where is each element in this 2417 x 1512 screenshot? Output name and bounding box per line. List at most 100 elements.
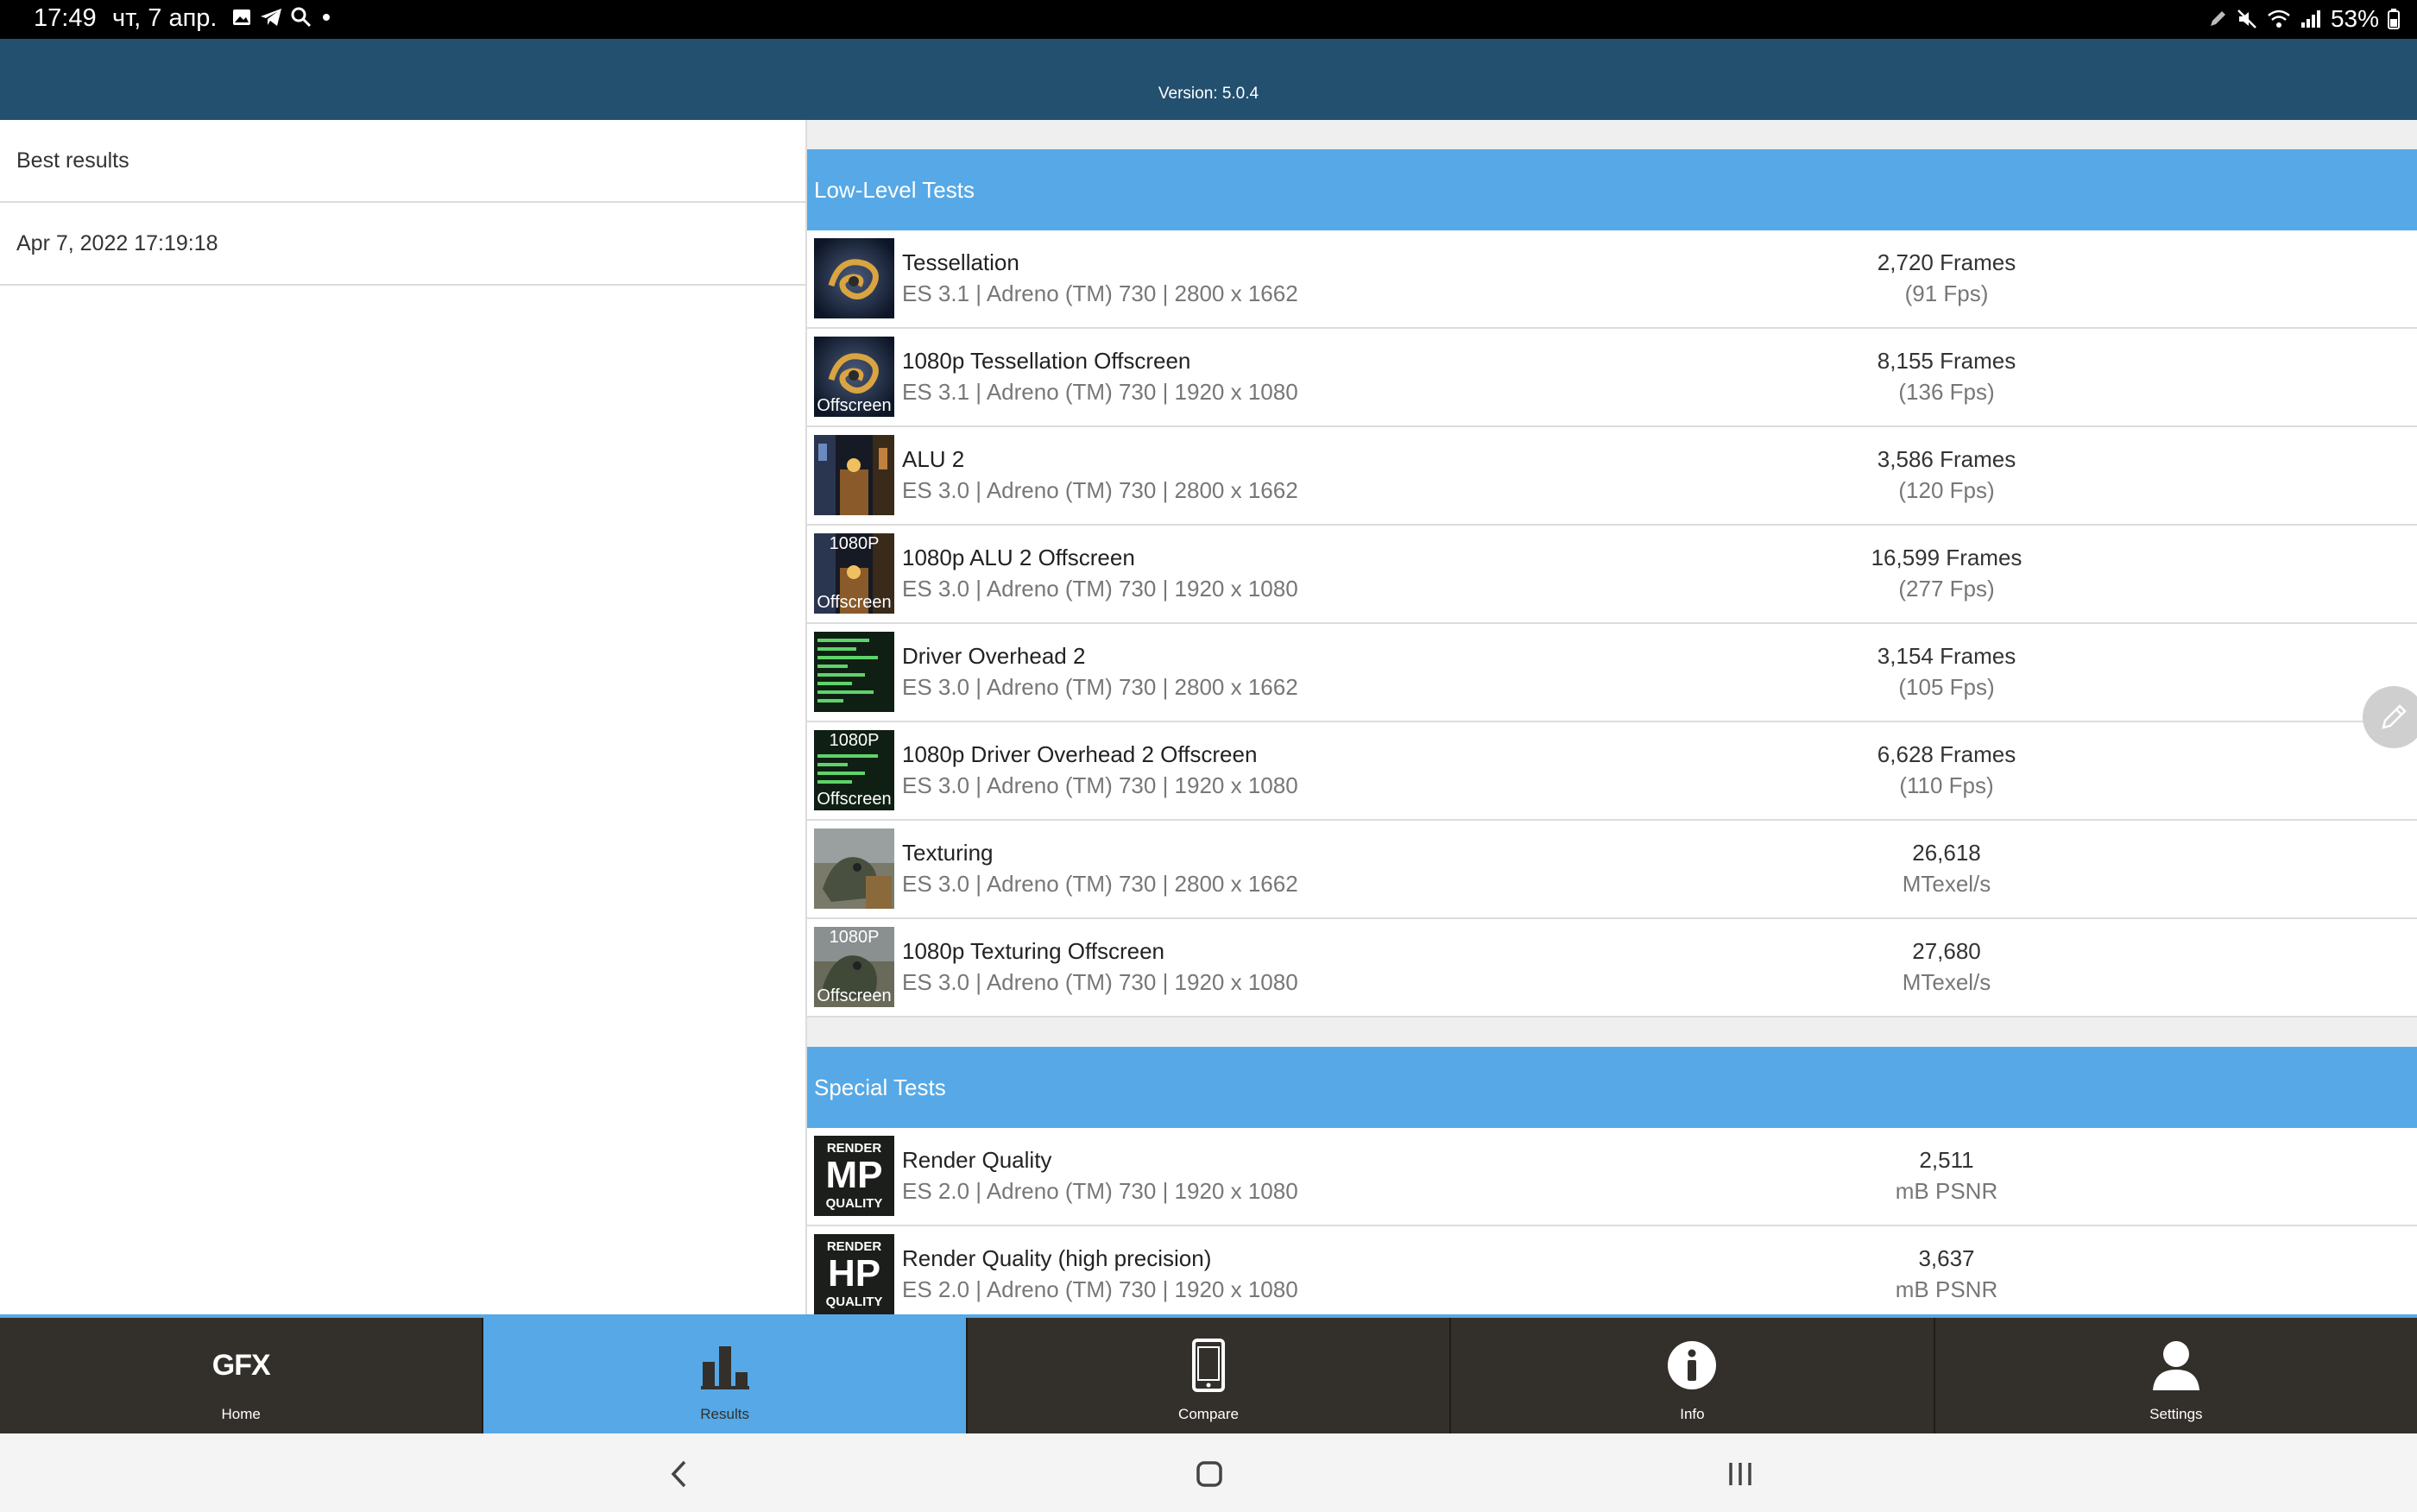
- gallery-icon: [233, 9, 250, 25]
- test-unit: (277 Fps): [1898, 576, 1995, 602]
- tab-label: Results: [700, 1406, 749, 1422]
- status-date: чт, 7 апр.: [112, 4, 218, 32]
- tab-info[interactable]: Info: [1451, 1318, 1935, 1433]
- battery-percent: 53%: [2330, 5, 2379, 32]
- tessellation-thumbnail: [814, 238, 894, 318]
- test-row[interactable]: Tessellation ES 3.1 | Adreno (TM) 730 | …: [807, 230, 2417, 329]
- back-icon: [671, 1460, 686, 1488]
- test-unit: (110 Fps): [1899, 772, 1994, 798]
- test-row[interactable]: RENDER MP QUALITY Render Quality ES 2.0 …: [807, 1128, 2417, 1226]
- test-unit: (136 Fps): [1898, 379, 1995, 405]
- test-spec: ES 3.1 | Adreno (TM) 730 | 1920 x 1080: [902, 379, 1298, 405]
- test-row[interactable]: Texturing ES 3.0 | Adreno (TM) 730 | 280…: [807, 821, 2417, 919]
- test-spec: ES 3.0 | Adreno (TM) 730 | 1920 x 1080: [902, 969, 1298, 995]
- info-icon: [1668, 1341, 1717, 1389]
- driver-overhead-offscreen-thumbnail: 1080P Offscreen: [814, 730, 894, 810]
- test-row[interactable]: RENDER HP QUALITY Render Quality (high p…: [807, 1226, 2417, 1314]
- app-header: Version: 5.0.4: [0, 39, 2417, 120]
- test-spec: ES 3.0 | Adreno (TM) 730 | 2800 x 1662: [902, 674, 1298, 700]
- best-results-item[interactable]: Best results: [0, 120, 805, 203]
- results-list: Best results Apr 7, 2022 17:19:18: [0, 120, 807, 1314]
- list-item-label: Apr 7, 2022 17:19:18: [16, 230, 218, 255]
- status-time: 17:49: [34, 4, 97, 32]
- offscreen-badge: Offscreen: [817, 986, 892, 1005]
- offscreen-badge: Offscreen: [817, 593, 892, 612]
- test-row[interactable]: ALU 2 ES 3.0 | Adreno (TM) 730 | 2800 x …: [807, 427, 2417, 526]
- test-score: 27,680: [1912, 938, 1981, 964]
- test-unit: (105 Fps): [1898, 674, 1995, 700]
- recents-button[interactable]: [1714, 1452, 1766, 1496]
- test-spec: ES 3.0 | Adreno (TM) 730 | 1920 x 1080: [902, 772, 1298, 798]
- recents-icon: [1729, 1463, 1751, 1485]
- test-unit: mB PSNR: [1895, 1276, 1998, 1302]
- test-name: Driver Overhead 2: [902, 643, 1086, 669]
- section-header-low-level: Low-Level Tests: [807, 149, 2417, 230]
- test-spec: ES 2.0 | Adreno (TM) 730 | 1920 x 1080: [902, 1276, 1298, 1302]
- telegram-icon: [261, 9, 281, 26]
- test-unit: (120 Fps): [1898, 477, 1995, 503]
- test-unit: mB PSNR: [1895, 1178, 1998, 1204]
- test-row[interactable]: 1080P Offscreen 1080p ALU 2 Offscreen ES…: [807, 526, 2417, 624]
- result-date-item[interactable]: Apr 7, 2022 17:19:18: [0, 203, 805, 286]
- results-detail: Low-Level Tests Tessellation ES 3.1 | Ad…: [807, 120, 2417, 1314]
- tab-label: Compare: [1178, 1406, 1239, 1422]
- test-score: 2,720 Frames: [1877, 249, 2016, 275]
- dot-icon: [323, 14, 330, 21]
- test-score: 16,599 Frames: [1871, 545, 2023, 570]
- list-item-label: Best results: [16, 148, 129, 173]
- tab-label: Settings: [2149, 1406, 2203, 1422]
- render-quality-hp-thumbnail: RENDER HP QUALITY: [814, 1234, 894, 1314]
- tab-home[interactable]: GFX Home: [0, 1318, 484, 1433]
- pencil-icon: [2382, 704, 2407, 729]
- test-score: 3,586 Frames: [1877, 446, 2016, 472]
- test-unit: (91 Fps): [1904, 280, 1989, 306]
- notification-icons: [231, 6, 333, 28]
- render-quality-thumbnail: RENDER MP QUALITY: [814, 1136, 894, 1216]
- edit-button[interactable]: [2363, 686, 2417, 748]
- texturing-thumbnail: [814, 828, 894, 909]
- home-button[interactable]: [1183, 1452, 1235, 1496]
- phone-icon: [1192, 1339, 1226, 1392]
- test-score: 2,511: [1919, 1147, 1974, 1173]
- search-icon: [291, 7, 312, 28]
- test-score: 8,155 Frames: [1877, 348, 2016, 374]
- back-button[interactable]: [653, 1452, 705, 1496]
- test-score: 3,154 Frames: [1877, 643, 2016, 669]
- badge-mp: MP: [825, 1154, 883, 1196]
- texturing-offscreen-thumbnail: 1080P Offscreen: [814, 927, 894, 1007]
- test-row[interactable]: Offscreen 1080p Tessellation Offscreen E…: [807, 329, 2417, 427]
- test-unit: MTexel/s: [1902, 969, 1991, 995]
- test-name: Tessellation: [902, 249, 1019, 275]
- test-name: 1080p Tessellation Offscreen: [902, 348, 1191, 374]
- test-row[interactable]: 1080P Offscreen 1080p Driver Overhead 2 …: [807, 722, 2417, 821]
- tab-results[interactable]: Results: [483, 1318, 968, 1433]
- wifi-icon: [2268, 9, 2290, 28]
- resolution-badge: 1080P: [829, 928, 880, 947]
- tab-label: Home: [221, 1406, 261, 1422]
- test-score: 6,628 Frames: [1877, 741, 2016, 767]
- test-name: 1080p Texturing Offscreen: [902, 938, 1165, 964]
- test-row[interactable]: Driver Overhead 2 ES 3.0 | Adreno (TM) 7…: [807, 624, 2417, 722]
- test-score: 3,637: [1918, 1245, 1975, 1271]
- user-icon: [2152, 1341, 2199, 1390]
- version-label: Version: 5.0.4: [1158, 85, 1259, 103]
- system-nav-bar: [0, 1433, 2417, 1512]
- badge-quality: QUALITY: [825, 1196, 883, 1211]
- battery-icon: [2388, 9, 2400, 29]
- resolution-badge: 1080P: [829, 534, 880, 553]
- tab-settings[interactable]: Settings: [1935, 1318, 2417, 1433]
- home-icon: [1196, 1461, 1222, 1487]
- pen-icon: [2210, 11, 2225, 26]
- test-name: 1080p ALU 2 Offscreen: [902, 545, 1135, 570]
- signal-icon: [2300, 10, 2320, 28]
- badge-hp: HP: [827, 1252, 881, 1295]
- test-name: Render Quality (high precision): [902, 1245, 1212, 1271]
- test-spec: ES 3.1 | Adreno (TM) 730 | 2800 x 1662: [902, 280, 1298, 306]
- test-score: 26,618: [1912, 840, 1981, 866]
- resolution-badge: 1080P: [829, 731, 880, 750]
- test-spec: ES 3.0 | Adreno (TM) 730 | 1920 x 1080: [902, 576, 1298, 602]
- test-spec: ES 2.0 | Adreno (TM) 730 | 1920 x 1080: [902, 1178, 1298, 1204]
- test-row[interactable]: 1080P Offscreen 1080p Texturing Offscree…: [807, 919, 2417, 1017]
- tab-compare[interactable]: Compare: [968, 1318, 1452, 1433]
- status-bar: 17:49 чт, 7 апр. 53%: [0, 0, 2417, 39]
